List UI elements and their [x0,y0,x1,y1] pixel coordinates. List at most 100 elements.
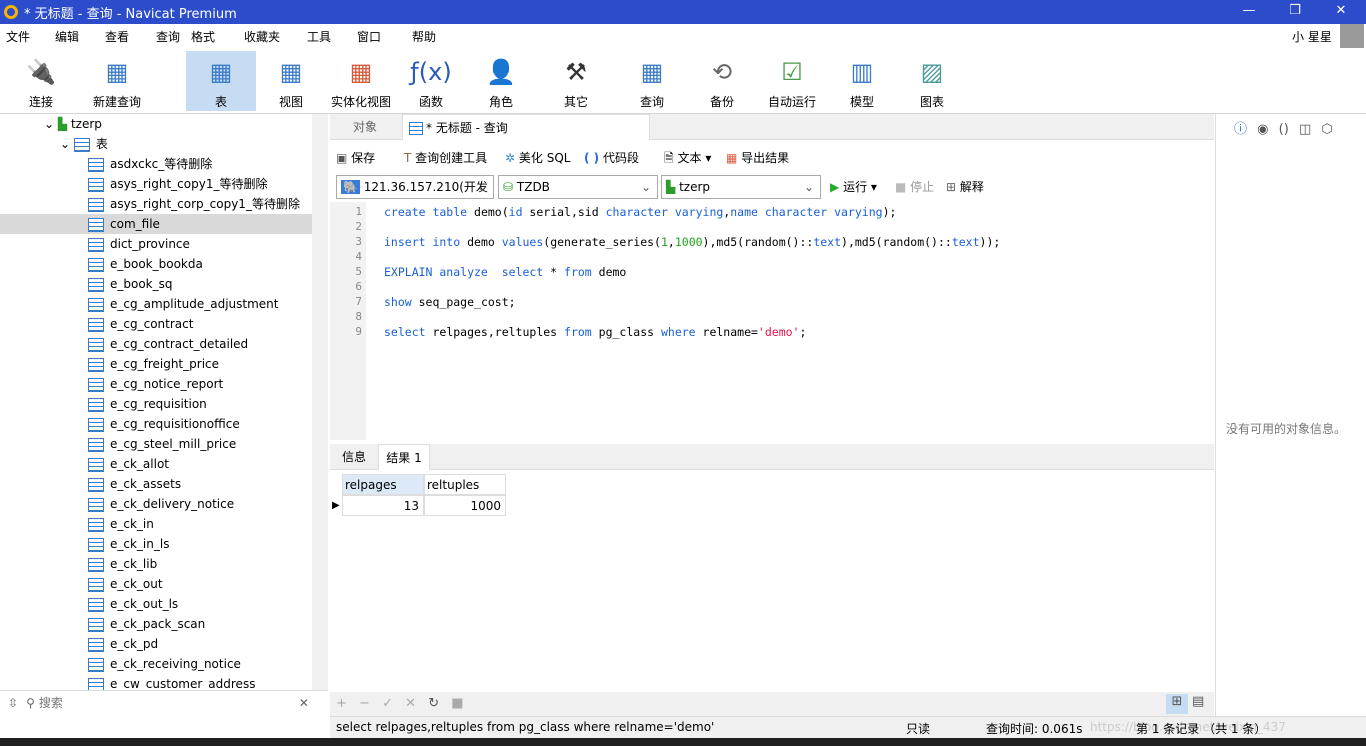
tree-table-item[interactable]: e_cg_steel_mill_price [88,434,236,454]
tab-query[interactable]: * 无标题 - 查询 [402,114,650,140]
tree-table-item[interactable]: e_ck_pack_scan [88,614,205,634]
toolbar-backup-button[interactable]: ⟲ 备份 [690,51,754,111]
tree-table-item[interactable]: e_cg_requisition [88,394,207,414]
info-icon[interactable]: ⓘ [1234,122,1247,137]
toolbar-chart-button[interactable]: ▨ 图表 [900,51,964,111]
database-select[interactable]: ⛁ TZDB ⌄ [498,175,658,199]
menu-file[interactable]: 文件 [6,28,30,45]
user-name[interactable]: 小 星星 [1292,28,1332,45]
maximize-button[interactable]: ❐ [1272,0,1318,24]
explain-button[interactable]: ⊞ 解释 [946,179,984,195]
toolbar-materialized-view-button[interactable]: ▦ 实体化视图 [328,51,394,111]
tree-table-item[interactable]: e_ck_lib [88,554,157,574]
tree-table-item[interactable]: e_cg_contract_detailed [88,334,248,354]
tree-table-item[interactable]: e_cg_requisitionoffice [88,414,240,434]
tree-table-item[interactable]: e_cg_notice_report [88,374,223,394]
title-bar: * 无标题 - 查询 - Navicat Premium — ❐ ✕ [0,0,1366,24]
tree-tables-group[interactable]: ⌄ 表 [60,134,108,154]
tree-table-item[interactable]: e_ck_in_ls [88,534,169,554]
menu-format[interactable]: 格式 [191,28,215,45]
toolbar-query-button[interactable]: ▦ 查询 [620,51,684,111]
toolbar-model-button[interactable]: ▥ 模型 [830,51,894,111]
tree-table-item[interactable]: asys_right_copy1_等待删除 [88,174,267,194]
grid-view-icon[interactable]: ⊞ [1166,694,1188,714]
menu-tools[interactable]: 工具 [307,28,331,45]
menu-view[interactable]: 查看 [105,28,129,45]
tree-table-item[interactable]: e_cg_contract [88,314,193,334]
toolbar-plug-button[interactable]: 🔌 连接 [14,51,68,111]
snippet-button[interactable]: ( ) 代码段 [584,150,639,166]
sidebar-scrollbar[interactable] [312,114,328,690]
refresh-icon[interactable]: ↻ [428,696,439,711]
tree-table-item[interactable]: dict_province [88,234,190,254]
run-label: 运行 [843,180,868,194]
toolbar-user-button[interactable]: 👤 角色 [468,51,534,111]
toolbar-function-button[interactable]: ƒ(x) 函数 [398,51,464,111]
hexagon-icon[interactable]: ⬡ [1321,122,1332,137]
tree-table-item[interactable]: e_ck_assets [88,474,181,494]
info-panel: ⓘ ◉ () ◫ ⬡ 没有可用的对象信息。 [1215,114,1366,716]
run-button[interactable]: ▶ 运行 ▾ [830,179,877,195]
parentheses-icon[interactable]: () [1279,122,1289,137]
toolbar-new-query-button[interactable]: ▦ 新建查询 [88,51,146,111]
stop-icon[interactable]: ■ [451,696,463,711]
table-cell[interactable]: 1000 [424,495,506,516]
tree-table-item[interactable]: e_cw_customer_address [88,674,255,690]
avatar[interactable] [1340,24,1364,48]
tree-table-item[interactable]: e_ck_allot [88,454,169,474]
form-view-icon[interactable]: ▤ [1192,694,1204,709]
menu-query[interactable]: 查询 [156,28,180,45]
save-button[interactable]: ▣ 保存 [336,150,375,166]
cancel-icon[interactable]: ✕ [405,696,416,711]
close-button[interactable]: ✕ [1318,0,1364,24]
minimize-button[interactable]: — [1226,0,1272,24]
tree-table-item[interactable]: asys_right_corp_copy1_等待删除 [88,194,300,214]
tree-table-item[interactable]: e_ck_delivery_notice [88,494,234,514]
tree-schema[interactable]: ⌄ ▙ tzerp [44,114,102,134]
toolbar-tools-button[interactable]: ⚒ 其它 [544,51,608,111]
menu-favorites[interactable]: 收藏夹 [244,28,280,45]
panel-icon[interactable]: ◫ [1299,122,1311,137]
apply-icon[interactable]: ✓ [382,696,393,711]
tab-result-1[interactable]: 结果 1 [378,444,430,470]
toolbar-view-button[interactable]: ▦ 视图 [258,51,324,111]
column-header[interactable]: reltuples [424,474,506,495]
schema-select[interactable]: ▙ tzerp ⌄ [661,175,821,199]
sql-editor[interactable]: 1 2 3 4 5 6 7 8 9 create table demo(id serial,si… [330,202,1214,440]
table-cell[interactable]: 13 [342,495,424,516]
status-record: 第 1 条记录 （共 1 条） [1136,722,1267,736]
text-mode-button[interactable]: 🗎 文本 ▾ [664,150,711,166]
tree-table-item[interactable]: e_book_sq [88,274,173,294]
menu-window[interactable]: 窗口 [357,28,381,45]
tree-table-item[interactable]: e_ck_out_ls [88,594,178,614]
clear-search-icon[interactable]: ✕ [299,696,309,710]
menu-help[interactable]: 帮助 [412,28,436,45]
tab-objects[interactable]: 对象 [330,114,400,140]
hammer-icon: T [404,151,412,165]
beautify-sql-button[interactable]: ✲ 美化 SQL [505,150,570,166]
toolbar-table-button[interactable]: ▦ 表 [186,51,256,111]
search-input[interactable] [38,696,299,710]
add-row-icon[interactable]: + [336,696,347,711]
query-builder-button[interactable]: T 查询创建工具 [404,150,487,166]
eye-icon[interactable]: ◉ [1257,122,1268,137]
tree-table-item[interactable]: e_cg_amplitude_adjustment [88,294,279,314]
delete-row-icon[interactable]: − [359,696,370,711]
tree-table-item[interactable]: e_ck_out [88,574,163,594]
tree-table-item[interactable]: e_ck_in [88,514,154,534]
column-header[interactable]: relpages [342,474,424,495]
tree-table-item[interactable]: e_ck_pd [88,634,158,654]
tree-table-item[interactable]: com_file [0,214,312,234]
tree-table-item[interactable]: e_ck_receiving_notice [88,654,241,674]
tree-table-item[interactable]: asdxckc_等待删除 [88,154,212,174]
tab-info[interactable]: 信息 [332,444,376,470]
filter-icon[interactable]: ⇳ [8,696,18,710]
menu-edit[interactable]: 编辑 [55,28,79,45]
tree-table-item[interactable]: e_cg_freight_price [88,354,219,374]
export-results-button[interactable]: ▦ 导出结果 [726,150,789,166]
connection-select[interactable]: 🐘 121.36.157.210(开发 ⌄ [336,175,494,199]
table-name: asdxckc_等待删除 [110,157,213,171]
toolbar-schedule-button[interactable]: ☑ 自动运行 [760,51,824,111]
stop-button[interactable]: ■ 停止 [895,179,934,195]
tree-table-item[interactable]: e_book_bookda [88,254,203,274]
